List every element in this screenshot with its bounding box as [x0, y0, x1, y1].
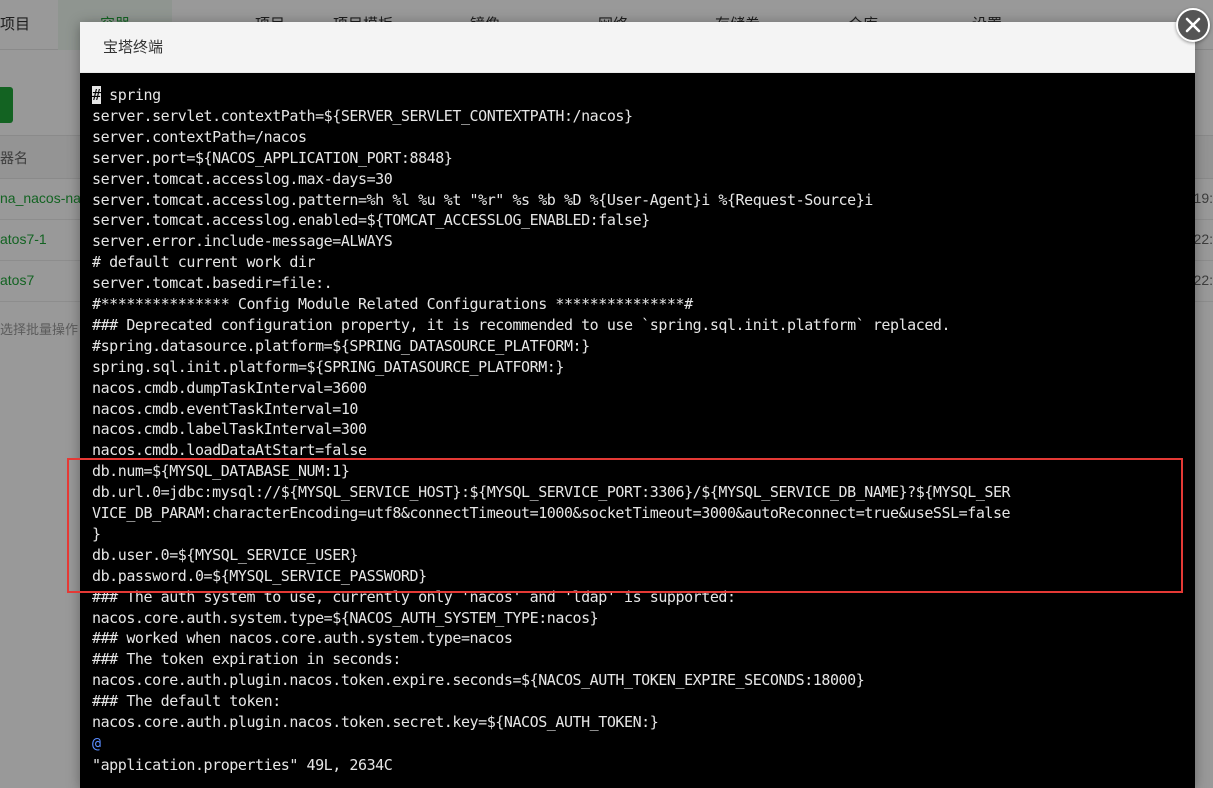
terminal-line-first: # spring — [92, 85, 161, 106]
terminal-status-line: "application.properties" 49L, 2634C — [92, 755, 393, 774]
terminal-line: #spring.datasource.platform=${SPRING_DAT… — [92, 336, 590, 355]
terminal-line: db.user.0=${MYSQL_SERVICE_USER} — [92, 545, 359, 564]
terminal-line: # default current work dir — [92, 253, 316, 272]
terminal-line: server.tomcat.accesslog.pattern=%h %l %u… — [92, 190, 873, 209]
terminal-line: nacos.core.auth.plugin.nacos.token.expir… — [92, 671, 865, 690]
terminal-empty-line-marker: @ — [92, 733, 101, 752]
modal-header: 宝塔终端 — [80, 22, 1195, 73]
terminal-line: ### Deprecated configuration property, i… — [92, 315, 951, 334]
terminal-line: nacos.core.auth.system.type=${NACOS_AUTH… — [92, 608, 599, 627]
terminal-line: server.error.include-message=ALWAYS — [92, 232, 393, 251]
terminal-line: ### The default token: — [92, 692, 281, 711]
terminal-line: db.num=${MYSQL_DATABASE_NUM:1} — [92, 462, 350, 481]
terminal-line: server.port=${NACOS_APPLICATION_PORT:884… — [92, 148, 453, 167]
terminal-line: ### worked when nacos.core.auth.system.t… — [92, 629, 513, 648]
terminal-line: ### The token expiration in seconds: — [92, 650, 401, 669]
terminal-line-text: spring — [100, 86, 161, 104]
terminal-screen[interactable]: # spring server.servlet.contextPath=${SE… — [80, 73, 1195, 788]
terminal-line: nacos.cmdb.dumpTaskInterval=3600 — [92, 378, 367, 397]
terminal-modal: 宝塔终端 # spring server.servlet.contextPath… — [80, 22, 1195, 788]
terminal-line: server.contextPath=/nacos — [92, 127, 307, 146]
terminal-line: server.tomcat.accesslog.enabled=${TOMCAT… — [92, 211, 650, 230]
terminal-line: ### The auth system to use, currently on… — [92, 587, 736, 606]
terminal-line: server.tomcat.basedir=file:. — [92, 274, 333, 293]
terminal-line: nacos.cmdb.eventTaskInterval=10 — [92, 399, 359, 418]
terminal-line: db.password.0=${MYSQL_SERVICE_PASSWORD} — [92, 566, 427, 585]
terminal-line: spring.sql.init.platform=${SPRING_DATASO… — [92, 357, 564, 376]
terminal-line: nacos.cmdb.loadDataAtStart=false — [92, 441, 367, 460]
terminal-line: #*************** Config Module Related C… — [92, 295, 693, 313]
terminal-line: VICE_DB_PARAM:characterEncoding=utf8&con… — [92, 504, 1011, 522]
terminal-cursor: # — [92, 86, 101, 104]
terminal-line: } — [92, 524, 101, 543]
close-icon[interactable] — [1176, 8, 1210, 42]
modal-title: 宝塔终端 — [103, 39, 164, 56]
terminal-line: nacos.cmdb.labelTaskInterval=300 — [92, 420, 367, 439]
terminal-line: server.tomcat.accesslog.max-days=30 — [92, 169, 393, 188]
terminal-line: db.url.0=jdbc:mysql://${MYSQL_SERVICE_HO… — [92, 483, 1011, 502]
terminal-line: nacos.core.auth.plugin.nacos.token.secre… — [92, 713, 659, 731]
terminal-line: server.servlet.contextPath=${SERVER_SERV… — [92, 106, 633, 125]
